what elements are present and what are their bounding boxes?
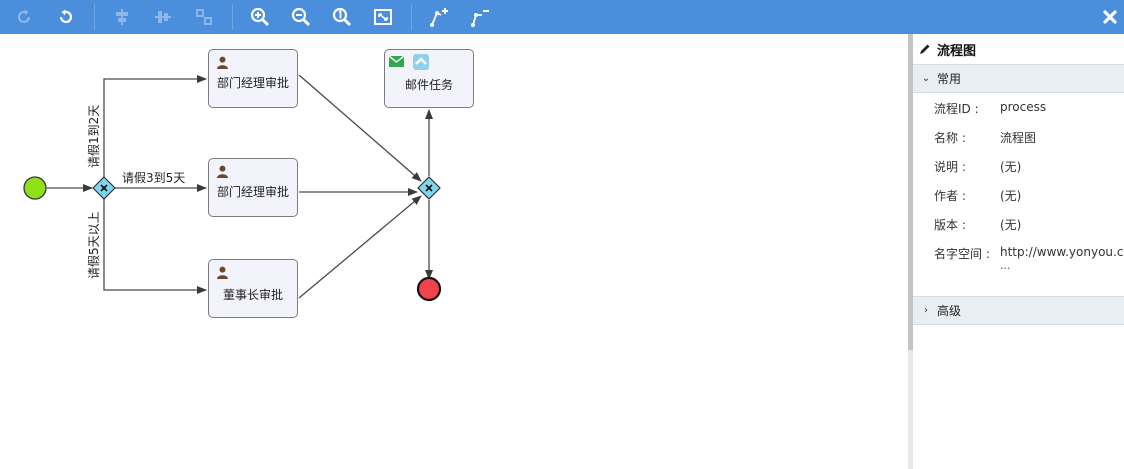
close-icon[interactable] (1098, 5, 1122, 29)
prop-key: 版本 : (934, 218, 966, 232)
align-horizontal-icon[interactable] (110, 5, 134, 29)
prop-value[interactable]: (无) (1000, 158, 1021, 175)
prop-value-more: ... (1000, 259, 1011, 272)
chevron-right-icon: › (924, 305, 928, 316)
end-event[interactable] (416, 276, 442, 302)
zoom-out-icon[interactable] (289, 5, 313, 29)
user-icon (217, 56, 228, 69)
toolbar (0, 0, 1124, 34)
user-icon (217, 266, 228, 279)
flow-label-leave-1-2: 请假1到2天 (87, 104, 101, 168)
prop-key: 流程ID : (934, 102, 979, 116)
flow-leave-5-plus (103, 199, 207, 294)
prop-value[interactable]: (无) (1000, 216, 1021, 233)
task-manager-approval-2[interactable]: 部门经理审批 (208, 158, 298, 217)
task-mail[interactable]: 邮件任务 (384, 49, 474, 108)
task-chairman-approval[interactable]: 董事长审批 (208, 259, 298, 318)
flow-label-leave-3-5: 请假3到5天 (122, 171, 186, 185)
mail-icon (389, 56, 404, 67)
user-icon (217, 165, 228, 178)
start-event[interactable] (23, 176, 47, 200)
align-vertical-icon[interactable] (151, 5, 175, 29)
exclusive-gateway-join[interactable] (417, 176, 441, 200)
chevron-down-icon: ⌄ (921, 73, 931, 84)
prop-value[interactable]: http://www.yonyou.com (1000, 245, 1124, 259)
properties-panel: 流程图 ⌄ 常用 流程ID : process 名称 : 流程图 说明 : (无… (913, 34, 1124, 469)
prop-key: 名称 : (934, 131, 966, 145)
prop-key: 名字空间 : (934, 247, 990, 261)
prop-key: 作者 : (934, 189, 966, 203)
add-bendpoint-icon[interactable] (427, 5, 451, 29)
task-manager-approval-1[interactable]: 部门经理审批 (208, 49, 298, 108)
remove-bendpoint-icon[interactable] (468, 5, 492, 29)
diagram-canvas[interactable]: 部门经理审批 部门经理审批 董事长审批 邮件任务 请假1到2天 请假3到5天 请… (0, 34, 908, 469)
redo-icon[interactable] (12, 5, 36, 29)
task-label: 邮件任务 (404, 78, 453, 92)
exclusive-gateway-split[interactable] (92, 176, 116, 200)
panel-title-text: 流程图 (937, 43, 977, 59)
prop-value[interactable]: (无) (1000, 187, 1021, 204)
zoom-in-icon[interactable] (248, 5, 272, 29)
section-general[interactable]: ⌄ 常用 (913, 64, 1124, 93)
toolbar-separator (94, 4, 95, 30)
toolbar-separator (411, 4, 412, 30)
pencil-icon (920, 44, 930, 54)
prop-key: 说明 : (934, 160, 966, 174)
panel-title: 流程图 (919, 38, 976, 60)
toolbar-separator (232, 4, 233, 30)
undo-icon[interactable] (54, 5, 78, 29)
zoom-actual-icon[interactable] (330, 5, 354, 29)
section-general-label: 常用 (937, 72, 962, 86)
task-label: 部门经理审批 (216, 76, 289, 90)
section-advanced[interactable]: › 高级 (913, 296, 1124, 325)
task-label: 部门经理审批 (216, 185, 289, 199)
flow-leave-1-2 (103, 75, 207, 177)
flow-task3-to-join (298, 195, 422, 299)
section-advanced-label: 高级 (937, 304, 962, 318)
zoom-fit-icon[interactable] (371, 5, 395, 29)
same-size-icon[interactable] (192, 5, 216, 29)
prop-value[interactable]: 流程图 (1000, 129, 1036, 146)
task-label: 董事长审批 (222, 288, 283, 302)
flow-label-leave-5-plus: 请假5天以上 (87, 211, 101, 279)
service-icon (413, 54, 429, 70)
prop-value[interactable]: process (1000, 100, 1046, 114)
